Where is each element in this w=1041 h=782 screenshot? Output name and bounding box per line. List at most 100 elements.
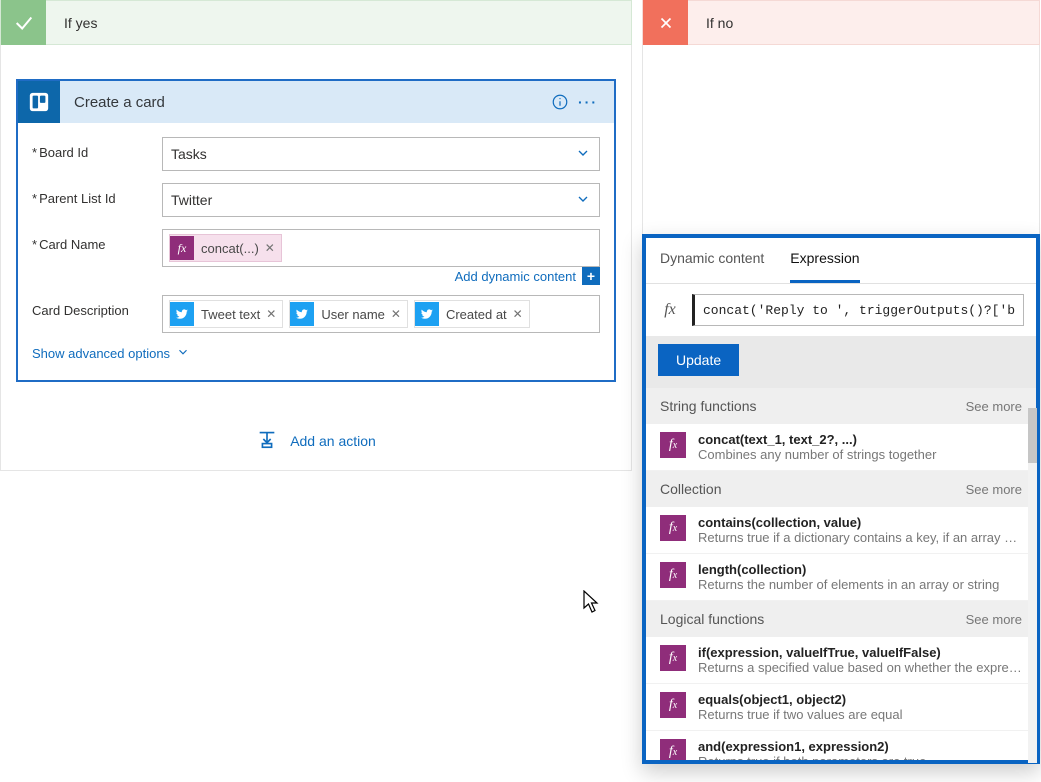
expression-input[interactable] bbox=[692, 294, 1024, 326]
action-header[interactable]: Create a card ··· bbox=[18, 81, 614, 123]
function-text: and(expression1, expression2)Returns tru… bbox=[698, 739, 1022, 760]
function-text: concat(text_1, text_2?, ...)Combines any… bbox=[698, 432, 1022, 462]
function-description: Returns true if two values are equal bbox=[698, 707, 1022, 722]
update-button[interactable]: Update bbox=[658, 344, 739, 376]
add-an-action-label: Add an action bbox=[290, 433, 376, 449]
fx-icon: fx bbox=[658, 301, 682, 319]
function-description: Returns true if a dictionary contains a … bbox=[698, 530, 1022, 545]
board-id-value: Tasks bbox=[171, 146, 207, 162]
close-icon bbox=[643, 0, 688, 45]
function-signature: equals(object1, object2) bbox=[698, 692, 1022, 707]
function-text: if(expression, valueIfTrue, valueIfFalse… bbox=[698, 645, 1022, 675]
card-name-input[interactable]: fx concat(...) ✕ bbox=[162, 229, 600, 267]
close-icon[interactable]: ✕ bbox=[266, 307, 276, 321]
function-text: contains(collection, value)Returns true … bbox=[698, 515, 1022, 545]
board-id-select[interactable]: Tasks bbox=[162, 137, 600, 171]
if-yes-title: If yes bbox=[46, 15, 97, 31]
parent-list-id-select[interactable]: Twitter bbox=[162, 183, 600, 217]
chevron-down-icon bbox=[575, 191, 591, 210]
description-token[interactable]: Created at ✕ bbox=[414, 300, 530, 328]
insert-step-icon bbox=[256, 428, 278, 453]
function-description: Combines any number of strings together bbox=[698, 447, 1022, 462]
scrollbar[interactable] bbox=[1028, 408, 1037, 763]
function-group-title: Collection bbox=[660, 481, 721, 497]
action-title: Create a card bbox=[60, 94, 546, 111]
if-no-title: If no bbox=[688, 15, 733, 31]
more-icon[interactable]: ··· bbox=[574, 88, 602, 116]
function-description: Returns true if both parameters are true bbox=[698, 754, 1022, 760]
function-item[interactable]: fx concat(text_1, text_2?, ...)Combines a… bbox=[646, 424, 1036, 471]
twitter-icon bbox=[415, 302, 439, 326]
field-board-id: *Board Id Tasks bbox=[32, 137, 600, 171]
expression-input-row: fx bbox=[646, 284, 1036, 336]
token-label: User name bbox=[321, 307, 385, 322]
chevron-down-icon bbox=[176, 345, 190, 362]
token-label: Tweet text bbox=[201, 307, 260, 322]
function-signature: concat(text_1, text_2?, ...) bbox=[698, 432, 1022, 447]
plus-icon[interactable]: + bbox=[582, 267, 600, 285]
add-dynamic-content-row: Add dynamic content + bbox=[162, 267, 600, 285]
tab-expression[interactable]: Expression bbox=[790, 250, 859, 283]
trello-icon bbox=[18, 81, 60, 123]
function-item[interactable]: fxand(expression1, expression2)Returns t… bbox=[646, 731, 1036, 760]
close-icon[interactable]: ✕ bbox=[513, 307, 523, 321]
function-list[interactable]: String functions See more fx concat(text_1,… bbox=[646, 388, 1036, 760]
close-icon[interactable]: ✕ bbox=[265, 241, 275, 255]
add-an-action[interactable]: Add an action bbox=[0, 428, 632, 453]
create-a-card-action: Create a card ··· *Board Id Tasks bbox=[16, 79, 616, 382]
function-item[interactable]: fx if(expression, valueIfTrue, valueIfFal… bbox=[646, 637, 1036, 684]
fx-icon: fx bbox=[660, 692, 686, 718]
function-signature: length(collection) bbox=[698, 562, 1022, 577]
function-group-title: String functions bbox=[660, 398, 757, 414]
card-description-label: Card Description bbox=[32, 295, 162, 318]
fx-icon: fx bbox=[660, 432, 686, 458]
function-description: Returns a specified value based on wheth… bbox=[698, 660, 1022, 675]
card-name-token-label: concat(...) bbox=[201, 241, 259, 256]
field-parent-list-id: *Parent List Id Twitter bbox=[32, 183, 600, 217]
add-dynamic-content-link[interactable]: Add dynamic content bbox=[455, 269, 576, 284]
twitter-icon bbox=[170, 302, 194, 326]
parent-list-id-label-text: Parent List Id bbox=[39, 191, 116, 206]
function-group-header: Collection See more bbox=[646, 471, 1036, 507]
see-more-link[interactable]: See more bbox=[966, 482, 1022, 497]
if-yes-branch: If yes Create a card ··· *Board Id Tasks bbox=[0, 0, 632, 453]
parent-list-id-value: Twitter bbox=[171, 192, 212, 208]
see-more-link[interactable]: See more bbox=[966, 612, 1022, 627]
function-text: length(collection)Returns the number of … bbox=[698, 562, 1022, 592]
function-description: Returns the number of elements in an arr… bbox=[698, 577, 1022, 592]
expression-editor-popup: Dynamic content Expression fx Update Str… bbox=[642, 234, 1040, 764]
function-item[interactable]: fx equals(object1, object2)Returns true i… bbox=[646, 684, 1036, 731]
function-text: equals(object1, object2)Returns true if … bbox=[698, 692, 1022, 722]
chevron-down-icon bbox=[575, 145, 591, 164]
card-name-concat-token[interactable]: fx concat(...) ✕ bbox=[169, 234, 282, 262]
card-name-label: *Card Name bbox=[32, 229, 162, 252]
mouse-cursor bbox=[583, 590, 601, 617]
show-advanced-options[interactable]: Show advanced options bbox=[32, 345, 600, 362]
function-group-header: Logical functionsSee more bbox=[646, 601, 1036, 637]
fx-icon: fx bbox=[660, 645, 686, 671]
function-item[interactable]: fxlength(collection)Returns the number o… bbox=[646, 554, 1036, 601]
fx-icon: fx bbox=[170, 236, 194, 260]
description-token[interactable]: User name ✕ bbox=[289, 300, 408, 328]
function-signature: and(expression1, expression2) bbox=[698, 739, 1022, 754]
description-token[interactable]: Tweet text ✕ bbox=[169, 300, 283, 328]
board-id-label: *Board Id bbox=[32, 137, 162, 160]
close-icon[interactable]: ✕ bbox=[391, 307, 401, 321]
if-no-header[interactable]: If no bbox=[642, 0, 1040, 45]
function-item[interactable]: fx contains(collection, value)Returns tru… bbox=[646, 507, 1036, 554]
info-icon[interactable] bbox=[546, 88, 574, 116]
function-group-header: String functions See more bbox=[646, 388, 1036, 424]
function-signature: contains(collection, value) bbox=[698, 515, 1022, 530]
action-body: *Board Id Tasks *Parent List Id Twitter bbox=[18, 123, 614, 380]
card-name-label-text: Card Name bbox=[39, 237, 105, 252]
tab-dynamic-content[interactable]: Dynamic content bbox=[660, 250, 764, 283]
card-description-input[interactable]: Tweet text ✕ User name ✕ Created at ✕ bbox=[162, 295, 600, 333]
if-yes-header[interactable]: If yes bbox=[0, 0, 632, 45]
board-id-label-text: Board Id bbox=[39, 145, 88, 160]
scrollbar-thumb[interactable] bbox=[1028, 408, 1037, 463]
function-signature: if(expression, valueIfTrue, valueIfFalse… bbox=[698, 645, 1022, 660]
show-advanced-label: Show advanced options bbox=[32, 346, 170, 361]
token-label: Created at bbox=[446, 307, 507, 322]
fx-icon: fx bbox=[660, 515, 686, 541]
see-more-link[interactable]: See more bbox=[966, 399, 1022, 414]
